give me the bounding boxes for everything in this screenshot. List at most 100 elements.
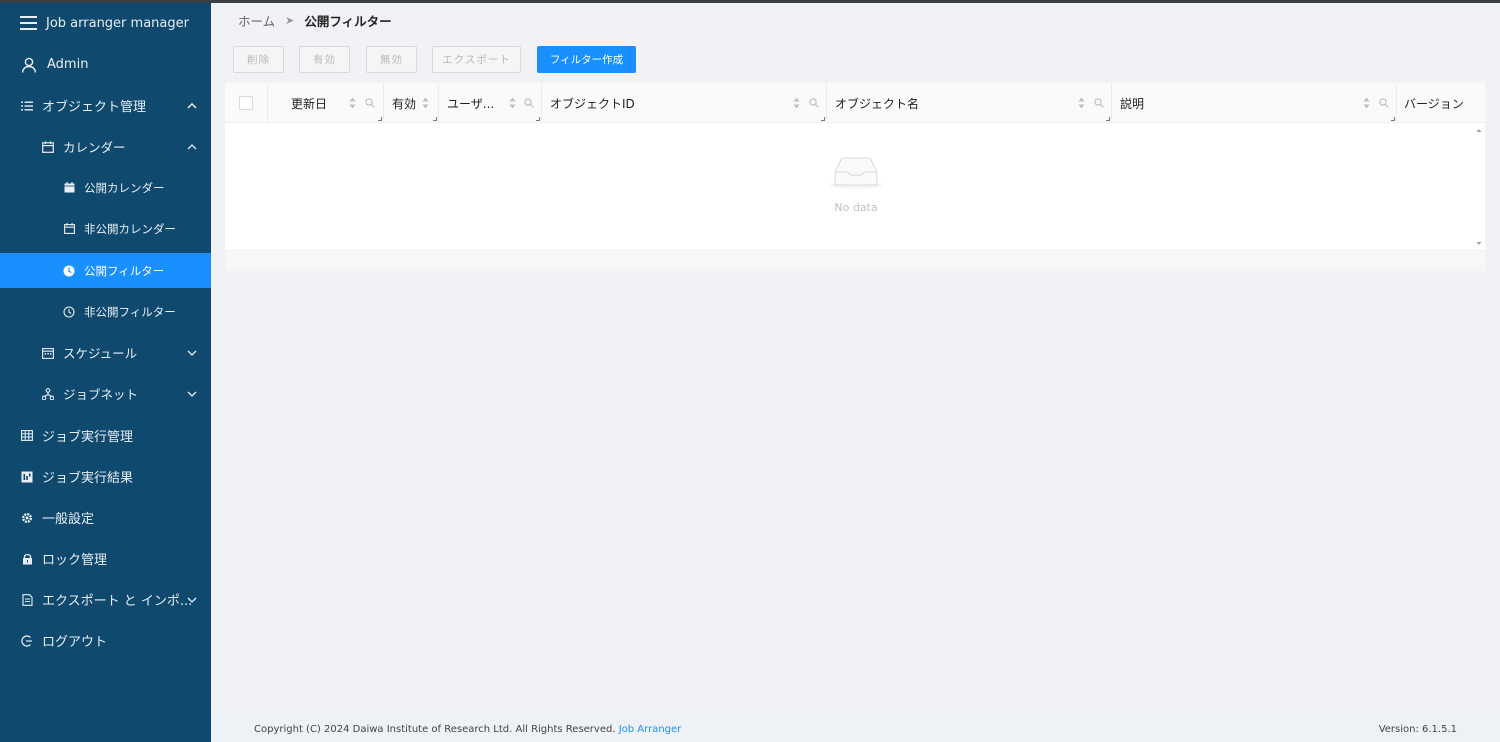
clock-icon	[62, 305, 76, 319]
gear-icon	[20, 511, 34, 525]
calendar-icon	[41, 140, 55, 154]
resize-handle-icon[interactable]	[1391, 117, 1395, 121]
clock-filled-icon	[62, 264, 76, 278]
sidebar-item-label: スケジュール	[63, 346, 138, 361]
horizontal-scrollbar[interactable]	[225, 250, 1485, 271]
lock-icon	[20, 552, 34, 566]
sidebar-item-logout[interactable]: ログアウト	[0, 623, 211, 658]
chevron-down-icon	[187, 389, 197, 399]
sort-icon[interactable]	[793, 97, 800, 109]
column-label: 説明	[1120, 96, 1145, 111]
column-header-user[interactable]: ユーザ...	[439, 83, 542, 123]
network-icon	[41, 387, 55, 401]
disable-button[interactable]: 無効	[366, 46, 417, 73]
table-header: 更新日 有効 ユーザ... オブジェクトID オブジェクト名 説明 バージョン	[225, 83, 1485, 123]
sidebar-item-label: カレンダー	[63, 140, 126, 155]
column-label: 更新日	[291, 96, 328, 111]
export-button[interactable]: エクスポート	[432, 46, 521, 73]
version-text: Version: 6.1.5.1	[1378, 724, 1457, 735]
sort-icon[interactable]	[422, 97, 429, 109]
sort-icon[interactable]	[1363, 97, 1370, 109]
list-icon	[20, 99, 34, 113]
column-header-updated-date[interactable]: 更新日	[268, 83, 384, 123]
sidebar-item-label: ジョブ実行管理	[42, 430, 134, 445]
sidebar-item-jobnet[interactable]: ジョブネット	[0, 376, 211, 411]
user-icon	[21, 57, 37, 73]
resize-handle-icon[interactable]	[378, 117, 382, 121]
sidebar-item-label: エクスポート と インポ...	[42, 594, 193, 609]
sidebar-item-job-execution-results[interactable]: ジョブ実行結果	[0, 459, 211, 494]
sidebar-item-object-management[interactable]: オブジェクト管理	[0, 88, 211, 123]
sidebar-item-admin[interactable]: Admin	[0, 47, 211, 82]
chart-icon	[20, 470, 34, 484]
select-all-checkbox[interactable]	[239, 96, 253, 110]
search-icon[interactable]	[524, 98, 534, 108]
empty-text: No data	[834, 201, 878, 214]
resize-handle-icon[interactable]	[433, 117, 437, 121]
search-icon[interactable]	[1094, 98, 1104, 108]
breadcrumb-home-link[interactable]: ホーム	[238, 11, 275, 30]
column-header-version[interactable]: バージョン	[1397, 83, 1485, 123]
calendar-icon	[62, 222, 76, 236]
schedule-icon	[41, 346, 55, 360]
sidebar-header: Job arranger manager	[0, 3, 211, 43]
sidebar-item-private-calendar[interactable]: 非公開カレンダー	[0, 211, 211, 246]
vertical-scrollbar[interactable]	[1473, 124, 1485, 250]
chevron-up-icon	[187, 142, 197, 152]
sidebar-item-general-settings[interactable]: 一般設定	[0, 500, 211, 535]
column-header-enabled[interactable]: 有効	[384, 83, 439, 123]
enable-button[interactable]: 有効	[299, 46, 350, 73]
column-label: バージョン	[1404, 96, 1464, 111]
window-top-border	[0, 0, 1500, 3]
sidebar-item-label: 非公開フィルター	[84, 304, 176, 319]
sidebar-item-schedule[interactable]: スケジュール	[0, 335, 211, 370]
copyright: Copyright (C) 2024 Daiwa Institute of Re…	[254, 724, 616, 735]
column-header-description[interactable]: 説明	[1112, 83, 1397, 123]
resize-handle-icon[interactable]	[1106, 117, 1110, 121]
chevron-up-icon	[187, 101, 197, 111]
sidebar-item-label: Admin	[47, 57, 89, 72]
sort-icon[interactable]	[349, 97, 356, 109]
delete-button[interactable]: 削除	[233, 46, 284, 73]
column-header-object-name[interactable]: オブジェクト名	[827, 83, 1112, 123]
column-label: オブジェクトID	[550, 96, 635, 111]
sidebar-item-private-filter[interactable]: 非公開フィルター	[0, 294, 211, 329]
resize-handle-icon[interactable]	[536, 117, 540, 121]
search-icon[interactable]	[365, 98, 375, 108]
sidebar-item-public-filter[interactable]: 公開フィルター	[0, 253, 211, 288]
sidebar-item-label: ログアウト	[42, 635, 108, 650]
sidebar-item-label: オブジェクト管理	[42, 100, 147, 115]
sidebar-item-lock-management[interactable]: ロック管理	[0, 541, 211, 576]
create-filter-button[interactable]: フィルター作成	[537, 46, 636, 73]
empty-inbox-icon	[830, 157, 882, 189]
sidebar-item-export-import[interactable]: エクスポート と インポ...	[0, 582, 211, 617]
select-all-column	[225, 83, 268, 123]
column-label: 有効	[392, 96, 417, 111]
sidebar-item-calendar[interactable]: カレンダー	[0, 129, 211, 164]
sidebar-item-label: 公開カレンダー	[84, 180, 165, 195]
breadcrumb-separator: ➤	[285, 14, 295, 27]
logout-icon	[20, 634, 34, 648]
search-icon[interactable]	[809, 98, 819, 108]
copyright-text: Copyright (C) 2024 Daiwa Institute of Re…	[254, 724, 681, 735]
resize-handle-icon[interactable]	[821, 117, 825, 121]
column-label: ユーザ...	[447, 96, 495, 111]
sort-icon[interactable]	[509, 97, 516, 109]
file-export-icon	[20, 593, 34, 607]
empty-state: No data	[225, 124, 1473, 250]
sidebar: Job arranger manager Admin オブジェクト管理 カレンダ…	[0, 3, 211, 742]
app-title: Job arranger manager	[46, 15, 189, 31]
column-label: オブジェクト名	[835, 96, 920, 111]
job-arranger-link[interactable]: Job Arranger	[619, 724, 682, 735]
sort-icon[interactable]	[1078, 97, 1085, 109]
menu-icon[interactable]	[20, 16, 37, 30]
sidebar-item-public-calendar[interactable]: 公開カレンダー	[0, 170, 211, 205]
column-header-object-id[interactable]: オブジェクトID	[542, 83, 827, 123]
breadcrumb: ホーム ➤ 公開フィルター	[238, 11, 392, 30]
chevron-down-icon	[187, 348, 197, 358]
search-icon[interactable]	[1379, 98, 1389, 108]
filter-table: 更新日 有効 ユーザ... オブジェクトID オブジェクト名 説明 バージョン …	[225, 83, 1485, 271]
table-icon	[20, 429, 34, 443]
chevron-down-icon	[187, 595, 197, 605]
sidebar-item-job-execution-management[interactable]: ジョブ実行管理	[0, 418, 211, 453]
